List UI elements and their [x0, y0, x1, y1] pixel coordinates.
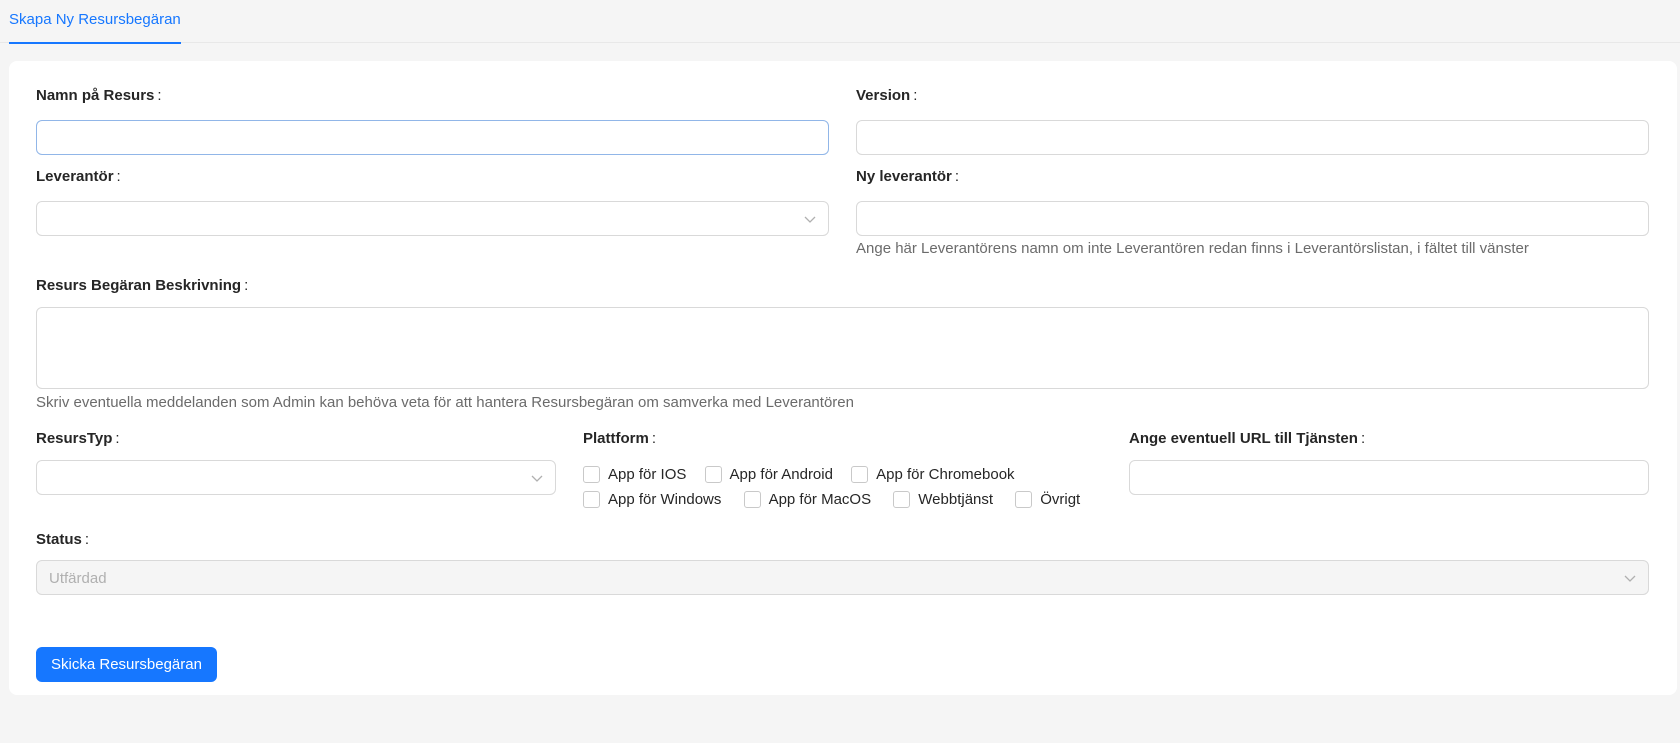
new-supplier-label: Ny leverantör: [856, 168, 960, 185]
platform-label: Plattform: [583, 430, 657, 447]
resource-type-label: ResursTyp: [36, 430, 120, 447]
new-supplier-help: Ange här Leverantörens namn om inte Leve… [856, 240, 1529, 257]
checkbox-webbtjanst[interactable]: Webbtjänst [893, 490, 993, 513]
description-label: Resurs Begäran Beskrivning: [36, 277, 249, 294]
checkbox-app-ios[interactable]: App för IOS [583, 465, 686, 488]
resource-name-input[interactable] [36, 120, 829, 155]
status-label: Status: [36, 531, 90, 548]
chevron-down-icon [804, 216, 816, 223]
resource-name-label: Namn på Resurs: [36, 87, 162, 104]
checkbox-box [583, 490, 600, 508]
supplier-select[interactable] [36, 201, 829, 236]
status-value: Utfärdad [49, 570, 107, 587]
url-label: Ange eventuell URL till Tjänsten: [1129, 430, 1366, 447]
checkbox-app-chromebook[interactable]: App för Chromebook [851, 465, 1015, 488]
description-help: Skriv eventuella meddelanden som Admin k… [36, 394, 854, 411]
checkbox-app-android[interactable]: App för Android [704, 465, 833, 488]
checkbox-box [583, 465, 600, 483]
description-textarea[interactable] [36, 307, 1649, 389]
platform-options-row-1: App för IOS App för Android App för Chro… [583, 465, 1029, 488]
tab-create-resource-request[interactable]: Skapa Ny Resursbegäran [9, 0, 181, 44]
new-supplier-input[interactable] [856, 201, 1649, 236]
status-select[interactable]: Utfärdad [36, 560, 1649, 595]
checkbox-box [1015, 490, 1033, 508]
url-input[interactable] [1129, 460, 1649, 495]
submit-resource-request-button[interactable]: Skicka Resursbegäran [36, 647, 217, 682]
checkbox-ovrigt[interactable]: Övrigt [1015, 490, 1080, 513]
checkbox-box [704, 465, 722, 483]
checkbox-box [743, 490, 761, 508]
tab-label: Skapa Ny Resursbegäran [9, 11, 181, 28]
resource-type-select[interactable] [36, 460, 556, 495]
platform-options-row-2: App för Windows App för MacOS Webbtjänst… [583, 490, 1094, 513]
version-label: Version: [856, 87, 918, 104]
tab-bar: Skapa Ny Resursbegäran [0, 0, 1680, 44]
chevron-down-icon [531, 475, 543, 482]
supplier-label: Leverantör: [36, 168, 121, 185]
checkbox-app-macos[interactable]: App för MacOS [743, 490, 871, 513]
chevron-down-icon [1624, 575, 1636, 582]
version-input[interactable] [856, 120, 1649, 155]
checkbox-box [893, 490, 911, 508]
checkbox-app-windows[interactable]: App för Windows [583, 490, 721, 513]
checkbox-box [851, 465, 869, 483]
